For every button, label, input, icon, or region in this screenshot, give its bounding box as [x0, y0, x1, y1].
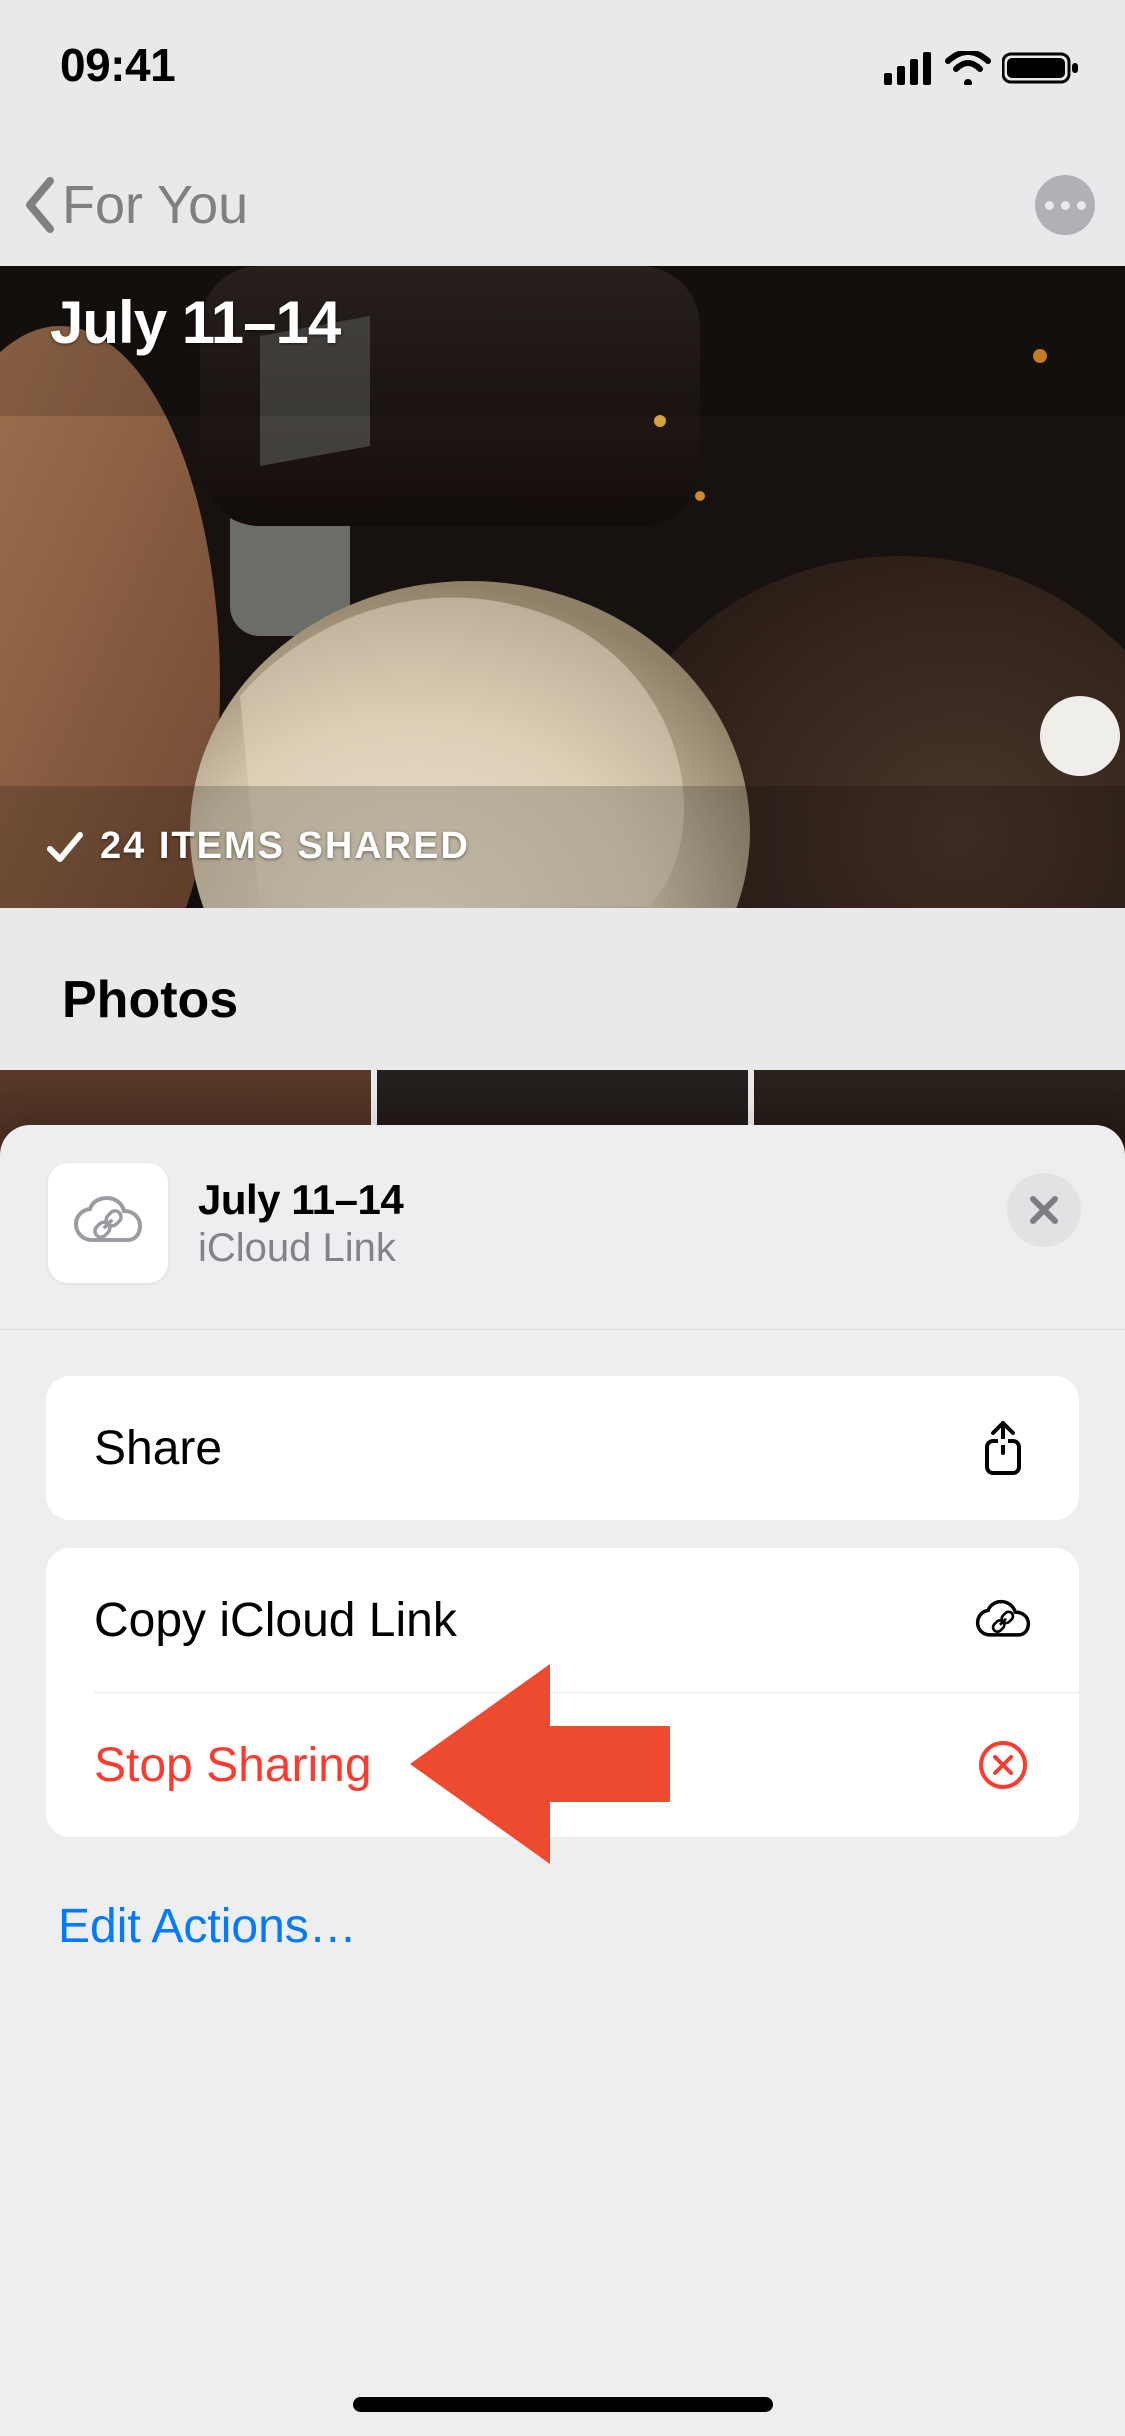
status-bar: 09:41 — [0, 0, 1125, 130]
stop-sharing-row[interactable]: Stop Sharing — [46, 1693, 1079, 1837]
memory-hero-image — [0, 266, 1125, 908]
checkmark-icon — [44, 827, 84, 867]
chevron-left-icon — [20, 175, 60, 235]
status-time: 09:41 — [60, 38, 175, 92]
icloud-link-icon — [975, 1592, 1031, 1648]
photos-section-title: Photos — [62, 970, 1125, 1030]
navigation-bar: For You — [0, 150, 1125, 260]
close-button[interactable] — [1007, 1173, 1081, 1247]
share-sheet-subtitle: iCloud Link — [198, 1226, 403, 1271]
close-icon — [1027, 1193, 1061, 1227]
share-sheet: July 11–14 iCloud Link Share — [0, 1125, 1125, 2436]
copy-icloud-link-row[interactable]: Copy iCloud Link — [46, 1548, 1079, 1692]
share-sheet-thumbnail — [48, 1163, 168, 1283]
edit-actions-row[interactable]: Edit Actions… — [46, 1865, 1079, 1988]
shared-status-label: 24 ITEMS SHARED — [100, 825, 470, 868]
back-label: For You — [62, 174, 248, 236]
icloud-link-icon — [72, 1196, 144, 1250]
battery-icon — [1002, 50, 1080, 86]
status-icons — [884, 50, 1080, 86]
share-sheet-title: July 11–14 — [198, 1176, 403, 1224]
share-icon — [975, 1420, 1031, 1476]
stop-circle-icon — [975, 1737, 1031, 1793]
back-button[interactable]: For You — [20, 174, 248, 236]
memory-title: July 11–14 — [50, 288, 340, 357]
wifi-icon — [944, 51, 992, 85]
share-sheet-header: July 11–14 iCloud Link — [0, 1125, 1125, 1330]
share-row[interactable]: Share — [46, 1376, 1079, 1520]
ellipsis-icon — [1045, 201, 1086, 210]
share-label: Share — [94, 1421, 222, 1476]
edit-actions-label: Edit Actions… — [58, 1900, 357, 1953]
home-indicator[interactable] — [353, 2397, 773, 2412]
more-button[interactable] — [1035, 175, 1095, 235]
stop-sharing-label: Stop Sharing — [94, 1738, 372, 1793]
cellular-signal-icon — [884, 51, 934, 85]
copy-icloud-link-label: Copy iCloud Link — [94, 1593, 457, 1648]
shared-status: 24 ITEMS SHARED — [44, 825, 470, 868]
memory-hero[interactable]: July 11–14 24 ITEMS SHARED — [0, 266, 1125, 908]
